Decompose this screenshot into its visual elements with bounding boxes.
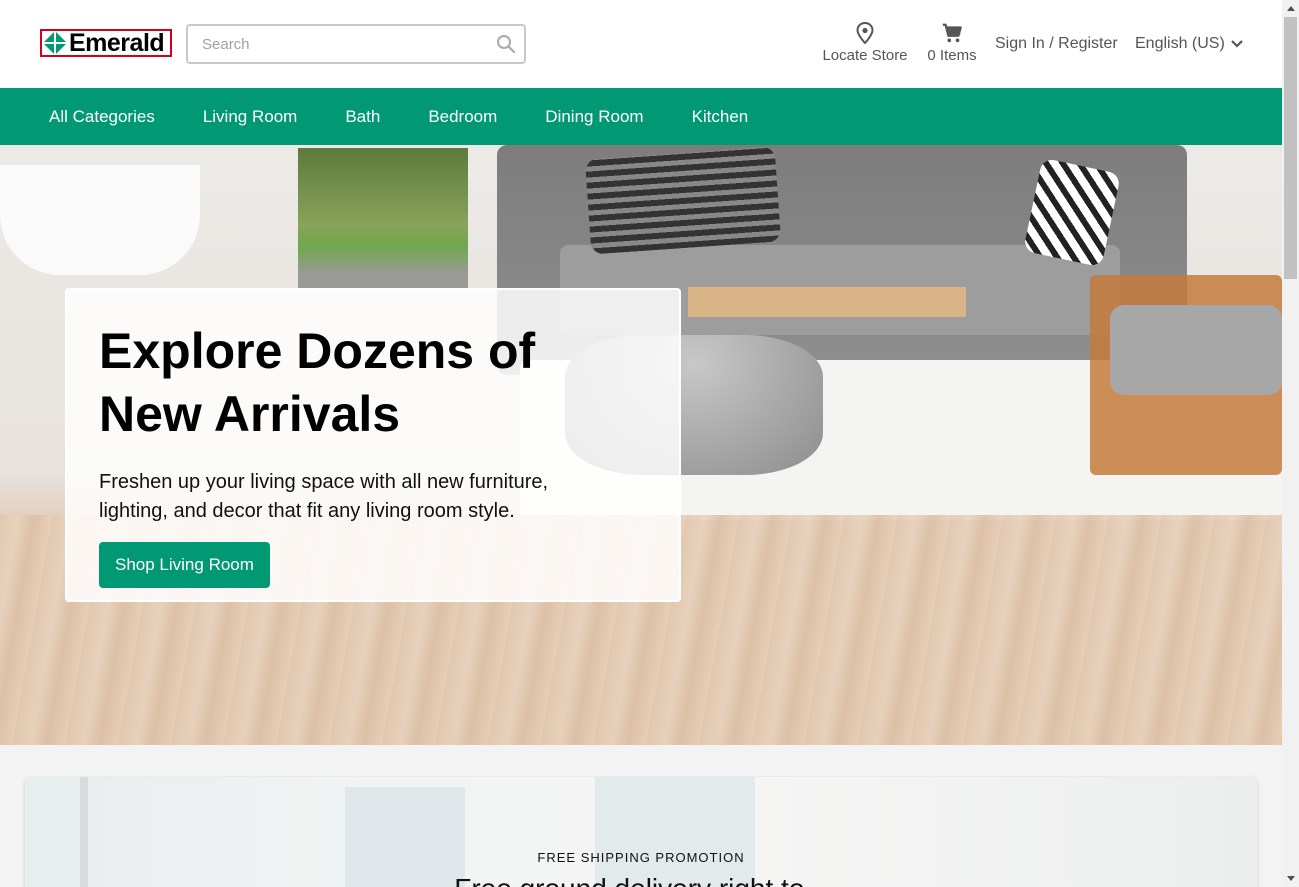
promo-eyebrow: FREE SHIPPING PROMOTION [537, 850, 745, 865]
nav-item-bath[interactable]: Bath [345, 107, 380, 127]
emerald-logo-icon [43, 31, 67, 55]
logo[interactable]: Emerald [40, 29, 172, 57]
site-header: Emerald Locate Store 0 [0, 0, 1282, 88]
scrollbar[interactable] [1282, 0, 1299, 887]
free-shipping-promo: FREE SHIPPING PROMOTION Free ground deli… [25, 777, 1257, 887]
scroll-down-arrow-icon[interactable] [1282, 870, 1299, 887]
logo-text: Emerald [69, 29, 165, 57]
scroll-thumb[interactable] [1284, 17, 1297, 279]
locate-store-label: Locate Store [822, 47, 908, 64]
locate-store-button[interactable]: Locate Store [818, 22, 912, 64]
hero-title-line-1: Explore Dozens of [99, 323, 536, 379]
hero-title: Explore Dozens of New Arrivals [99, 320, 647, 446]
hero-banner: Explore Dozens of New Arrivals Freshen u… [0, 145, 1282, 745]
nav-item-dining-room[interactable]: Dining Room [545, 107, 643, 127]
hero-subtitle-line-2: lighting, and decor that fit any living … [99, 500, 515, 522]
hero-subtitle-line-1: Freshen up your living space with all ne… [99, 471, 549, 493]
sign-in-register-link[interactable]: Sign In / Register [995, 35, 1118, 53]
search-icon[interactable] [496, 34, 516, 54]
hero-title-line-2: New Arrivals [99, 386, 401, 442]
chevron-down-icon [1231, 40, 1243, 48]
search-input[interactable] [202, 26, 492, 62]
nav-item-all-categories[interactable]: All Categories [49, 107, 155, 127]
cart-button[interactable]: 0 Items [922, 22, 982, 64]
cart-count-label: 0 Items [927, 47, 977, 64]
nav-item-living-room[interactable]: Living Room [203, 107, 298, 127]
language-label: English (US) [1135, 35, 1225, 52]
search-box [186, 24, 526, 64]
cart-icon [922, 22, 982, 44]
hero-subtitle: Freshen up your living space with all ne… [99, 468, 647, 526]
nav-item-kitchen[interactable]: Kitchen [692, 107, 749, 127]
language-selector[interactable]: English (US) [1135, 35, 1243, 53]
category-nav: All Categories Living Room Bath Bedroom … [0, 88, 1282, 145]
hero-card: Explore Dozens of New Arrivals Freshen u… [65, 288, 681, 602]
scroll-up-arrow-icon[interactable] [1282, 0, 1299, 17]
promo-title: Free ground delivery right to... [25, 873, 1257, 887]
map-pin-icon [818, 22, 912, 44]
nav-item-bedroom[interactable]: Bedroom [428, 107, 497, 127]
shop-living-room-button[interactable]: Shop Living Room [99, 542, 270, 588]
